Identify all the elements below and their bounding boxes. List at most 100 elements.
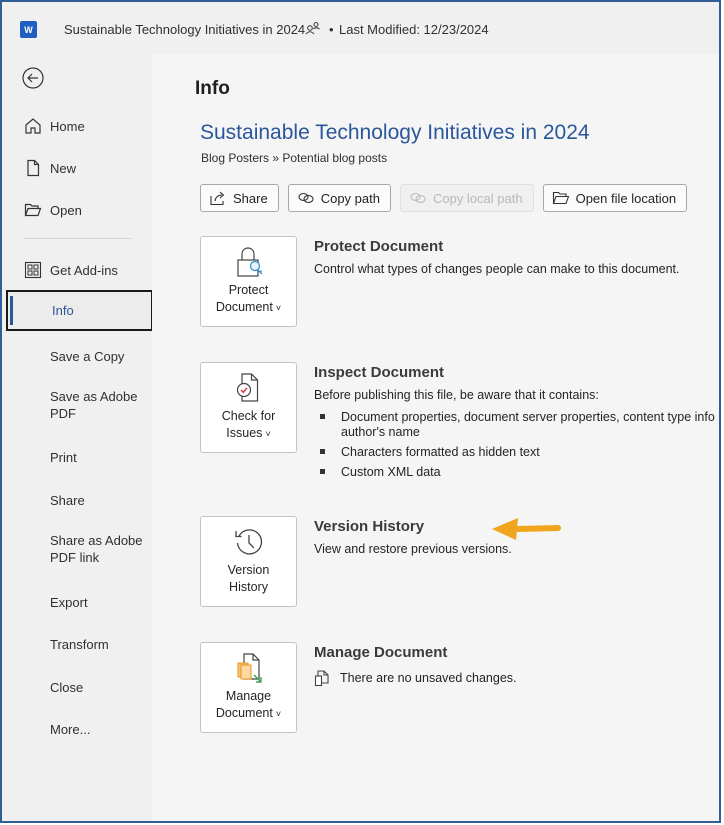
- sidebar-item-label: Open: [50, 202, 82, 218]
- page-title: Info: [195, 78, 230, 99]
- sidebar-item-label: Info: [52, 303, 74, 318]
- section-title: Version History: [314, 518, 425, 535]
- section-title: Inspect Document: [314, 364, 445, 381]
- section-description: Control what types of changes people can…: [314, 262, 680, 276]
- list-item-text-continued: author's name: [341, 425, 420, 439]
- inspect-document-icon: [236, 373, 259, 402]
- tile-label-line2: Issues: [226, 426, 263, 440]
- check-for-issues-button[interactable]: Check for Issues ˅: [200, 362, 297, 453]
- word-backstage-window: W Sustainable Technology Initiatives in …: [0, 0, 721, 823]
- file-actions-toolbar: Share Copy path Copy local path Open fil…: [200, 184, 688, 212]
- list-item: Characters formatted as hidden text: [314, 442, 715, 462]
- sidebar-item-label: Save as Adobe PDF: [50, 389, 138, 421]
- sidebar-item-label: More...: [50, 721, 91, 737]
- protect-document-button[interactable]: Protect Document ˅: [200, 236, 297, 327]
- copy-path-label: Copy path: [320, 190, 380, 206]
- tile-label-line2: History: [229, 580, 268, 594]
- open-file-location-button[interactable]: Open file location: [542, 184, 688, 212]
- manage-document-section: Manage Document ˅ Manage Document There a…: [200, 642, 719, 734]
- document-name: Sustainable Technology Initiatives in 20…: [64, 22, 306, 37]
- orange-arrow-annotation-icon: [492, 518, 561, 540]
- tile-label-line1: Manage: [225, 689, 272, 703]
- sidebar-item-label: Home: [50, 118, 85, 134]
- share-icon: [210, 191, 225, 206]
- sidebar-item-label: Get Add-ins: [50, 262, 118, 278]
- copy-path-button[interactable]: Copy path: [287, 184, 391, 212]
- sidebar-item-label: New: [50, 160, 77, 176]
- sidebar-item-close[interactable]: Close: [2, 677, 152, 697]
- info-pane: Info Sustainable Technology Initiatives …: [152, 54, 719, 821]
- word-logo-icon: W: [20, 21, 40, 38]
- new-document-icon: [27, 159, 40, 177]
- sidebar-item-label: Transform: [50, 636, 109, 652]
- title-separator: •: [329, 22, 334, 37]
- sidebar-item-print[interactable]: Print: [2, 447, 152, 467]
- last-modified: Last Modified: 12/23/2024: [339, 22, 489, 37]
- sidebar-item-more[interactable]: More...: [2, 719, 152, 739]
- sidebar-item-label: Save a Copy: [50, 348, 125, 364]
- version-history-label: Version History: [201, 562, 296, 596]
- share-button-label: Share: [233, 190, 268, 206]
- sidebar-item-info[interactable]: Info: [6, 290, 153, 331]
- sidebar-item-save-a-copy[interactable]: Save a Copy: [2, 346, 152, 366]
- tile-label-line1: Protect: [228, 283, 269, 297]
- manage-document-label: Manage Document ˅: [201, 688, 296, 723]
- sidebar-divider: [24, 238, 132, 239]
- list-item: Document properties, document server pro…: [314, 407, 715, 439]
- history-clock-icon: [235, 529, 263, 555]
- add-ins-grid-icon: [24, 261, 42, 279]
- home-icon: [25, 118, 41, 134]
- word-logo-letter: W: [24, 24, 33, 35]
- manage-document-button[interactable]: Manage Document ˅: [200, 642, 297, 733]
- tile-label-line2: Document: [215, 300, 273, 314]
- list-item: Custom XML data: [314, 462, 715, 482]
- unsaved-changes-status: There are no unsaved changes.: [340, 671, 517, 685]
- document-title: Sustainable Technology Initiatives in 20…: [200, 121, 590, 144]
- sidebar-item-save-as-adobe-pdf[interactable]: Save as Adobe PDF: [2, 388, 152, 422]
- tile-label-line1: Version: [227, 563, 270, 577]
- folder-open-icon: [552, 191, 569, 205]
- open-file-location-label: Open file location: [575, 190, 677, 206]
- chevron-down-icon: ˅: [275, 303, 282, 313]
- sidebar-item-home[interactable]: Home: [2, 116, 152, 136]
- title-bar: W Sustainable Technology Initiatives in …: [2, 2, 719, 54]
- list-item-text: Document properties, document server pro…: [341, 410, 715, 424]
- section-description: View and restore previous versions.: [314, 542, 512, 556]
- version-history-button[interactable]: Version History: [200, 516, 297, 607]
- list-item-text: Characters formatted as hidden text: [341, 445, 540, 459]
- version-history-section: Version History Version History View and…: [200, 516, 719, 608]
- sidebar-item-label: Share: [50, 492, 85, 508]
- backstage-sidebar: Home New Open Get Add-ins Info Save a Co…: [2, 54, 153, 821]
- section-title: Protect Document: [314, 238, 444, 255]
- sidebar-item-open[interactable]: Open: [2, 200, 152, 220]
- protect-document-section: Protect Document ˅ Protect Document Contr…: [200, 236, 719, 328]
- share-button[interactable]: Share: [200, 184, 279, 212]
- document-copy-icon: [314, 670, 329, 687]
- manage-document-icon: [237, 653, 262, 683]
- link-icon: [298, 192, 314, 204]
- sidebar-item-get-add-ins[interactable]: Get Add-ins: [2, 260, 152, 280]
- inspect-findings-list: Document properties, document server pro…: [314, 407, 715, 482]
- copy-local-path-button[interactable]: Copy local path: [399, 184, 534, 212]
- sidebar-item-share[interactable]: Share: [2, 490, 152, 510]
- lock-key-icon: [237, 247, 263, 277]
- sidebar-item-export[interactable]: Export: [2, 592, 152, 612]
- chevron-down-icon: ˅: [265, 429, 271, 439]
- protect-document-label: Protect Document ˅: [201, 282, 296, 317]
- sidebar-item-new[interactable]: New: [2, 158, 152, 178]
- people-icon[interactable]: [305, 21, 321, 35]
- list-item-text: Custom XML data: [341, 465, 441, 479]
- link-icon: [410, 192, 426, 204]
- copy-local-path-label: Copy local path: [432, 190, 523, 206]
- sidebar-item-label: Export: [50, 594, 88, 610]
- section-description: Before publishing this file, be aware th…: [314, 388, 599, 402]
- tile-label-line2: Document: [215, 706, 273, 720]
- check-for-issues-label: Check for Issues ˅: [201, 408, 296, 443]
- sidebar-item-label: Print: [50, 449, 77, 465]
- section-title: Manage Document: [314, 644, 448, 661]
- breadcrumb: Blog Posters » Potential blog posts: [201, 151, 388, 165]
- back-arrow-icon[interactable]: [22, 67, 44, 89]
- sidebar-item-label: Close: [50, 679, 84, 695]
- sidebar-item-transform[interactable]: Transform: [2, 634, 152, 654]
- sidebar-item-share-as-adobe-pdf-link[interactable]: Share as Adobe PDF link: [2, 532, 152, 566]
